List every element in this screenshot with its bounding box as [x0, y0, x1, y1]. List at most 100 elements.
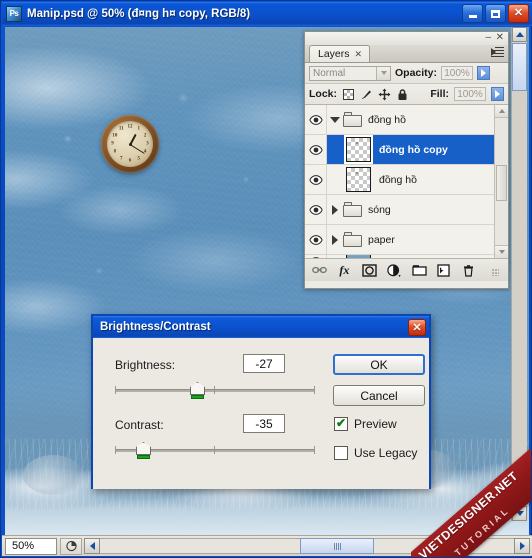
tab-close-icon[interactable]: ✕	[355, 49, 363, 60]
layer-row-group-dongho[interactable]: đồng hồ	[305, 105, 508, 135]
minimize-button[interactable]	[462, 4, 483, 23]
slider-tick-max	[314, 386, 315, 394]
brightness-slider-thumb[interactable]	[190, 382, 205, 399]
layer-style-fx-icon[interactable]: fx	[337, 263, 352, 278]
lock-transparent-pixels-icon[interactable]	[342, 88, 355, 101]
layer-thumbnail[interactable]	[346, 137, 371, 162]
close-button[interactable]: ✕	[508, 4, 529, 23]
opacity-input[interactable]: 100%	[441, 66, 474, 80]
horizontal-scrollbar-thumb[interactable]	[300, 538, 374, 554]
window-frame: Ps Manip.psd @ 50% (đ¤ng h¤ copy, RGB/8)…	[0, 0, 532, 558]
tab-layers[interactable]: Layers ✕	[309, 45, 371, 62]
new-group-icon[interactable]	[411, 263, 427, 278]
layer-name: paper	[368, 233, 395, 246]
layer-list-scrollbar[interactable]	[494, 105, 508, 258]
blend-mode-caret-icon[interactable]	[376, 66, 390, 80]
lock-image-pixels-icon[interactable]	[360, 88, 373, 101]
dialog-titlebar[interactable]: Brightness/Contrast ✕	[93, 316, 429, 338]
panel-menu-icon[interactable]	[491, 47, 504, 59]
maximize-button[interactable]	[485, 4, 506, 23]
contrast-slider[interactable]	[115, 442, 315, 459]
scrollbar-thumb[interactable]	[496, 165, 507, 201]
contrast-input[interactable]: -35	[243, 414, 285, 433]
panel-close-button[interactable]: ✕	[496, 32, 504, 44]
layer-visibility-toggle[interactable]	[305, 225, 327, 254]
preview-checkbox[interactable]: ✔	[334, 417, 348, 431]
panel-resize-grip[interactable]	[486, 263, 501, 278]
layer-row-group-song[interactable]: sóng	[305, 195, 508, 225]
layer-name: đồng hồ	[368, 113, 406, 126]
slider-thumb-cap	[136, 442, 151, 455]
layer-visibility-toggle[interactable]	[305, 195, 327, 224]
eye-icon	[308, 234, 323, 245]
maximize-icon	[491, 9, 500, 18]
layer-row-dongho[interactable]: đồng hồ	[305, 165, 508, 195]
chevron-down-icon	[498, 250, 505, 254]
scroll-up-button[interactable]	[512, 27, 527, 42]
hscroll-left-button[interactable]	[84, 538, 100, 554]
scroll-down-button[interactable]	[495, 245, 508, 258]
clock-center-pin	[128, 142, 132, 146]
layers-panel-tabrow: Layers ✕	[305, 45, 508, 63]
use-legacy-checkbox-row[interactable]: Use Legacy	[334, 446, 417, 460]
layer-thumbnail[interactable]	[346, 167, 371, 192]
vertical-scrollbar-thumb[interactable]	[512, 43, 527, 91]
dialog-close-button[interactable]: ✕	[408, 318, 426, 336]
cancel-button[interactable]: Cancel	[333, 385, 425, 406]
document-size-icon[interactable]	[60, 537, 82, 555]
blend-mode-select[interactable]: Normal	[309, 65, 391, 81]
chevron-right-icon	[495, 90, 500, 98]
hscroll-track-right[interactable]	[374, 538, 514, 554]
clock-face: 12 1 2 3 4 5 6 7 8 9 10 11	[107, 121, 153, 167]
add-layer-mask-icon[interactable]	[362, 263, 377, 278]
grip-dots	[492, 268, 499, 276]
layer-visibility-toggle[interactable]	[305, 165, 327, 194]
blend-opacity-row: Normal Opacity: 100%	[305, 63, 508, 84]
panel-minimize-button[interactable]: –	[485, 32, 491, 44]
group-expand-toggle[interactable]	[327, 234, 343, 245]
ok-button[interactable]: OK	[333, 354, 425, 375]
link-layers-icon[interactable]	[312, 263, 327, 278]
lock-all-icon[interactable]	[396, 88, 409, 101]
scroll-up-button[interactable]	[495, 105, 508, 118]
layer-visibility-toggle[interactable]	[305, 105, 327, 134]
layer-visibility-toggle[interactable]	[305, 135, 327, 164]
eye-icon	[308, 114, 323, 125]
use-legacy-checkbox[interactable]	[334, 446, 348, 460]
hscroll-right-button[interactable]	[514, 538, 530, 554]
brightness-slider[interactable]	[115, 382, 315, 399]
layer-row-group-paper[interactable]: paper	[305, 225, 508, 255]
new-adjustment-layer-icon[interactable]	[387, 263, 402, 278]
chevron-right-icon	[332, 234, 338, 245]
layer-visibility-toggle[interactable]	[305, 255, 327, 258]
scroll-down-button[interactable]	[512, 506, 527, 521]
layer-row-partial[interactable]	[305, 255, 508, 258]
opacity-slider-button[interactable]	[477, 66, 491, 80]
preview-checkbox-row[interactable]: ✔ Preview	[334, 417, 397, 431]
layer-list[interactable]: đồng hồ đồng hồ copy đồng hồ sóng paper	[305, 105, 508, 258]
chevron-down-icon	[380, 71, 387, 75]
status-horizontal-scroll[interactable]	[84, 538, 530, 554]
group-expand-toggle[interactable]	[327, 116, 343, 123]
close-icon: ✕	[513, 7, 524, 19]
delete-layer-icon[interactable]	[461, 263, 476, 278]
chevron-up-icon	[515, 32, 524, 37]
window-titlebar[interactable]: Ps Manip.psd @ 50% (đ¤ng h¤ copy, RGB/8)…	[2, 2, 532, 26]
canvas-vertical-scrollbar[interactable]	[511, 27, 527, 521]
clock-number: 2	[143, 133, 147, 139]
layer-thumbnail[interactable]	[346, 255, 371, 258]
layer-name: đồng hồ	[379, 173, 417, 186]
zoom-level-input[interactable]: 50%	[5, 537, 57, 555]
brightness-input[interactable]: -27	[243, 354, 285, 373]
slider-thumb-base	[191, 395, 204, 399]
fill-slider-button[interactable]	[491, 87, 504, 101]
new-layer-icon[interactable]	[437, 263, 452, 278]
slider-tick-mid	[214, 386, 215, 394]
layer-row-dongho-copy[interactable]: đồng hồ copy	[305, 135, 508, 165]
group-expand-toggle[interactable]	[327, 204, 343, 215]
fill-input[interactable]: 100%	[454, 87, 486, 101]
contrast-slider-thumb[interactable]	[136, 442, 151, 459]
lock-position-icon[interactable]	[378, 88, 391, 101]
menu-caret-icon	[491, 48, 496, 56]
hscroll-track-left[interactable]	[100, 538, 300, 554]
